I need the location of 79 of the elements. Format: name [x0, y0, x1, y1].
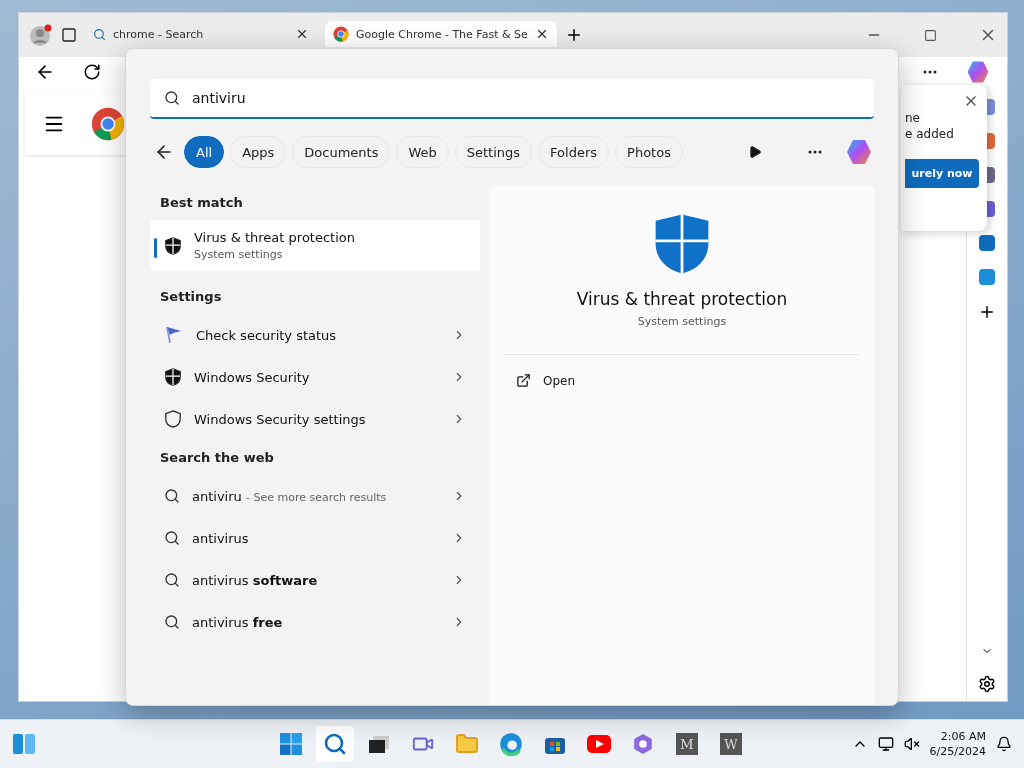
search-input[interactable]: antiviru	[190, 89, 860, 107]
filter-chip[interactable]: Folders	[538, 136, 610, 168]
tab-actions-icon[interactable]	[61, 27, 77, 43]
section-heading: Best match	[160, 195, 244, 210]
settings-icon[interactable]	[978, 675, 996, 693]
play-icon	[748, 145, 762, 159]
reload-icon[interactable]	[83, 63, 101, 81]
taskbar-app[interactable]: M	[668, 726, 706, 762]
section-heading: Settings	[160, 289, 223, 304]
result-label: antivirus free	[192, 614, 284, 630]
chrome-logo-icon	[333, 26, 349, 42]
result-title: Virus & threat protection	[194, 230, 355, 245]
filter-chip[interactable]: Settings	[454, 136, 533, 168]
notification-icon[interactable]	[996, 736, 1012, 752]
filter-chip[interactable]: Documents	[292, 136, 391, 168]
preview-title: Virus & threat protection	[576, 289, 788, 309]
search-icon	[164, 572, 180, 588]
widgets-icon[interactable]	[12, 733, 36, 755]
mute-icon[interactable]	[903, 736, 920, 752]
windows-logo-icon	[280, 733, 302, 755]
more-icon[interactable]	[923, 70, 937, 74]
browser-tab[interactable]: chrome - Search	[85, 21, 317, 47]
settings-result[interactable]: Windows Security	[150, 356, 480, 398]
folder-icon	[455, 732, 479, 756]
section-heading: Search the web	[160, 450, 275, 465]
result-label: antiviru - See more search results	[192, 488, 388, 504]
web-result[interactable]: antivirus software	[150, 559, 480, 601]
copilot-icon[interactable]	[844, 137, 874, 167]
add-icon[interactable]	[978, 303, 996, 321]
search-icon	[323, 732, 347, 756]
filter-chip[interactable]: All	[184, 136, 225, 168]
search-icon	[164, 614, 180, 630]
search-icon	[93, 27, 106, 41]
popup-text: e added	[905, 127, 954, 141]
browser-tab[interactable]: Google Chrome - The Fast & Se	[325, 21, 557, 47]
maximize-icon[interactable]	[924, 28, 937, 42]
open-external-icon	[516, 373, 531, 388]
web-result[interactable]: antivirus free	[150, 601, 480, 643]
video-play-icon	[587, 735, 611, 753]
shield-icon	[164, 368, 182, 386]
settings-result[interactable]: Check security status	[150, 314, 480, 356]
clock[interactable]: 2:06 AM 6/25/2024	[929, 730, 986, 758]
close-tab-icon[interactable]	[535, 27, 549, 41]
result-label: Check security status	[196, 327, 338, 343]
search-field[interactable]: antiviru	[150, 79, 874, 119]
new-tab-icon[interactable]	[565, 26, 583, 44]
selection-indicator	[154, 238, 157, 258]
profile-avatar-icon[interactable]	[29, 23, 53, 47]
popup-text: ne	[905, 111, 920, 125]
preview-subtitle: System settings	[637, 315, 727, 328]
web-result[interactable]: antivirus	[150, 517, 480, 559]
filter-chip[interactable]: Apps	[230, 136, 287, 168]
result-label: antivirus software	[192, 572, 319, 588]
filter-chip[interactable]: Photos	[615, 136, 683, 168]
more-icon	[808, 150, 822, 154]
result-subtitle: System settings	[194, 248, 284, 261]
search-icon	[164, 488, 180, 504]
shield-outline-icon	[164, 410, 182, 428]
search-icon	[164, 530, 180, 546]
open-action[interactable]: Open	[490, 365, 874, 396]
result-label: antivirus	[192, 530, 250, 546]
hexagon-app-icon	[632, 733, 654, 755]
taskbar-app[interactable]: W	[712, 726, 750, 762]
filter-chip[interactable]: Web	[396, 136, 449, 168]
task-view-icon	[368, 734, 390, 754]
search-icon	[164, 90, 180, 106]
browser-swirl-icon	[499, 732, 523, 756]
best-match-item[interactable]: Virus & threat protection System settings	[150, 220, 480, 271]
shield-icon	[164, 236, 182, 255]
web-result[interactable]: antiviru - See more search results	[150, 475, 480, 517]
sidebar-app-icon[interactable]	[979, 235, 995, 251]
app-letter-icon: W	[720, 733, 742, 755]
settings-result[interactable]: Windows Security settings	[150, 398, 480, 440]
close-tab-icon[interactable]	[295, 27, 309, 41]
result-label: Windows Security	[194, 369, 311, 385]
result-label: Windows Security settings	[194, 411, 367, 427]
app-letter-icon: M	[676, 733, 698, 755]
network-icon[interactable]	[877, 736, 894, 752]
popup-button[interactable]: urely now	[905, 159, 979, 188]
